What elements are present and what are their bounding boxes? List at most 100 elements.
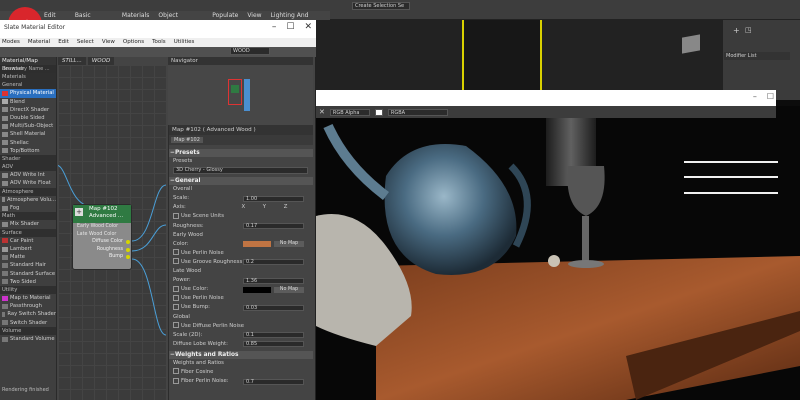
browser-category[interactable]: Surface [0, 228, 56, 237]
late-color-swatch[interactable] [243, 286, 271, 293]
navigator-panel[interactable] [168, 65, 313, 125]
browser-item[interactable]: Physical Material [0, 89, 56, 98]
channel-dropdown[interactable]: RGB Alpha [329, 108, 370, 116]
maximize-icon[interactable]: ☐ [767, 92, 774, 101]
groove-input[interactable]: 0.2 [243, 259, 304, 266]
browser-item[interactable]: Standard Hair [0, 261, 56, 269]
late-no-map-button[interactable]: No Map [274, 286, 304, 293]
browser-item[interactable]: Shellac [0, 139, 56, 147]
browser-item[interactable]: Switch Shader [0, 319, 56, 327]
browser-category[interactable]: Atmosphere [0, 187, 56, 196]
axis-z-radio[interactable]: Z [284, 203, 288, 212]
view-dropdown[interactable]: WOOD [230, 47, 270, 55]
browser-item[interactable]: Shell Material [0, 130, 56, 138]
node-input-slot[interactable]: Late Wood Color [73, 231, 131, 239]
browser-item[interactable]: Matte [0, 253, 56, 261]
editor-menu-item[interactable]: Select [77, 38, 94, 47]
roughness-input[interactable]: 0.17 [243, 223, 304, 230]
command-panel[interactable]: + ◳ [722, 20, 800, 100]
checkbox[interactable] [173, 285, 179, 292]
rollout-weights[interactable]: Weights and Ratios [169, 350, 313, 359]
browser-item[interactable]: Multi/Sub-Object [0, 122, 56, 130]
scale2d-input[interactable]: 0.1 [243, 332, 304, 339]
browser-category[interactable]: AOV [0, 163, 56, 172]
browser-category[interactable]: Math [0, 212, 56, 221]
tab-still[interactable]: STILL... [58, 57, 86, 65]
params-tab[interactable]: Map #102 [171, 137, 203, 143]
rollout-presets[interactable]: Presets [169, 149, 313, 157]
display-mode-dropdown[interactable]: RGBA [387, 108, 448, 116]
color-swatch[interactable] [374, 108, 383, 116]
presets-dropdown[interactable]: 3D Cherry - Glossy [173, 167, 308, 175]
browser-category[interactable]: Shader [0, 154, 56, 164]
advanced-wood-node[interactable]: + Map #102 Advanced ... Early Wood Color… [72, 204, 132, 270]
close-icon[interactable]: ✕ [319, 108, 325, 116]
editor-menu-item[interactable]: Utilities [174, 38, 195, 47]
checkbox[interactable] [173, 212, 179, 219]
editor-menu-item[interactable]: Options [123, 38, 144, 47]
editor-menu-item[interactable]: Edit [58, 38, 69, 47]
checkbox[interactable] [173, 368, 179, 375]
early-color-swatch[interactable] [243, 241, 271, 248]
minimize-icon[interactable]: – [272, 22, 277, 32]
checkbox[interactable] [173, 322, 179, 329]
early-no-map-button[interactable]: No Map [274, 241, 304, 248]
checkbox[interactable] [173, 258, 179, 265]
checkbox[interactable] [173, 377, 179, 384]
browser-item[interactable]: Ray Switch Shader [0, 310, 56, 318]
modify-tab-icon[interactable]: ◳ [745, 26, 752, 34]
browser-item[interactable]: Double Sided [0, 114, 56, 122]
ribbon-tab[interactable]: Edit Poly [44, 11, 66, 28]
ribbon-tab[interactable]: Basic Modeling [75, 11, 113, 28]
selection-set-dropdown[interactable]: Create Selection Se [352, 2, 410, 10]
editor-menu-item[interactable]: Material [28, 38, 50, 47]
collapse-icon[interactable]: + [75, 208, 83, 216]
browser-item[interactable]: Fog [0, 204, 56, 212]
browser-category[interactable]: General [0, 81, 56, 90]
editor-menu-item[interactable]: View [102, 38, 115, 47]
axis-y-radio[interactable]: Y [263, 203, 266, 212]
power-input[interactable]: 1.36 [243, 277, 304, 284]
create-tab-icon[interactable]: + [733, 26, 740, 35]
browser-item[interactable]: Map to Material [0, 294, 56, 302]
bump-input[interactable]: 0.03 [243, 304, 304, 311]
slot-dot[interactable] [126, 255, 130, 260]
close-icon[interactable]: ✕ [304, 22, 312, 32]
checkbox[interactable] [173, 303, 179, 310]
browser-item[interactable]: Car Paint [0, 237, 56, 245]
browser-item[interactable]: Top/Bottom [0, 147, 56, 155]
browser-category[interactable]: Volume [0, 326, 56, 335]
checkbox[interactable] [173, 249, 179, 256]
ribbon-tab[interactable]: Lighting And Rendering [271, 11, 330, 28]
ribbon-tab[interactable]: View [247, 11, 261, 20]
viewcube-icon[interactable] [682, 34, 700, 54]
browser-category[interactable]: Utility [0, 285, 56, 295]
node-input-slot[interactable]: Early Wood Color [73, 223, 131, 231]
fiber-perlin-input[interactable]: 0.7 [243, 378, 304, 385]
browser-item[interactable]: Atmosphere Volu... [0, 196, 56, 204]
browser-item[interactable]: Lambert [0, 245, 56, 253]
tab-wood[interactable]: WOOD [87, 57, 115, 65]
scale-input[interactable]: 1.00 [243, 195, 304, 202]
ribbon-tab[interactable]: Materials [122, 11, 150, 20]
slot-dot[interactable] [126, 247, 130, 252]
browser-search-input[interactable]: Search by Name ... [0, 65, 56, 73]
browser-item[interactable]: Passthrough [0, 302, 56, 310]
browser-category[interactable]: Materials [0, 73, 56, 82]
lobe-input[interactable]: 0.85 [243, 341, 304, 348]
modifier-list-dropdown[interactable]: Modifier List [724, 52, 790, 60]
browser-item[interactable]: DirectX Shader [0, 106, 56, 114]
slot-dot[interactable] [126, 240, 130, 245]
browser-item[interactable]: Standard Volume [0, 335, 56, 343]
editor-menu-item[interactable]: Modes [2, 38, 20, 47]
browser-item[interactable]: Two Sided [0, 278, 56, 286]
browser-item[interactable]: Mix Shader [0, 220, 56, 228]
ribbon-tab[interactable]: Populate [212, 11, 238, 20]
browser-item[interactable]: AOV Write Float [0, 179, 56, 187]
editor-menu-item[interactable]: Tools [152, 38, 166, 47]
axis-x-radio[interactable]: X [241, 203, 245, 212]
minimize-icon[interactable]: – [753, 92, 757, 101]
checkbox[interactable] [173, 294, 179, 301]
browser-item[interactable]: Standard Surface [0, 270, 56, 278]
browser-item[interactable]: Blend [0, 98, 56, 106]
